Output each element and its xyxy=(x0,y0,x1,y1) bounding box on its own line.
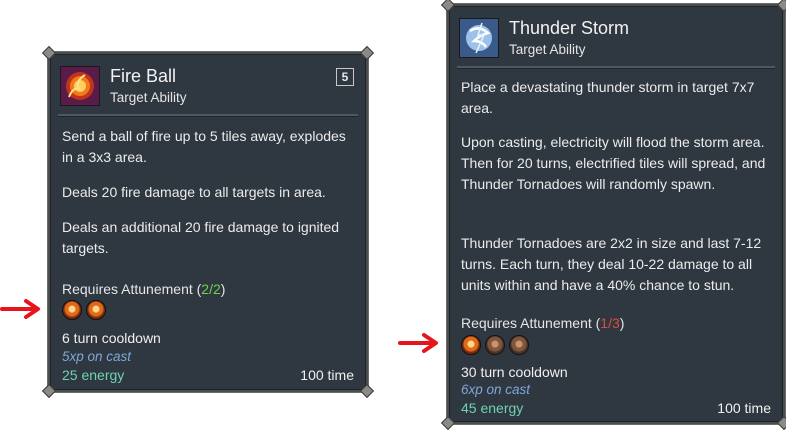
xp-text: 5xp on cast xyxy=(62,349,132,364)
cooldown-text: 30 turn cooldown xyxy=(461,364,568,380)
attunement-requirement: Requires Attunement (2/2) xyxy=(62,279,354,300)
frame-corner xyxy=(776,0,786,13)
thunder-storm-tooltip: Thunder Storm Target Ability Place a dev… xyxy=(440,0,786,430)
attunement-count: 1/3 xyxy=(600,315,620,331)
ability-level-badge: 5 xyxy=(336,68,354,86)
ability-casting-effect: Upon casting, electricity will flood the… xyxy=(461,134,766,192)
thunder-storm-icon xyxy=(459,18,499,58)
attunement-orbs xyxy=(461,335,529,355)
attunement-label: Requires Attunement ( xyxy=(461,315,601,331)
time-cost: 100 time xyxy=(717,400,771,416)
energy-cost: 45 energy xyxy=(461,400,524,416)
frame-corner xyxy=(41,45,57,61)
tooltip-header: Fire Ball Target Ability 5 xyxy=(58,62,358,114)
attunement-label: Requires Attunement ( xyxy=(62,281,202,297)
header-divider xyxy=(58,114,358,117)
header-divider xyxy=(457,66,775,69)
attunement-close: ) xyxy=(619,315,625,331)
ability-extra-damage: Deals an additional 20 fire damage to ig… xyxy=(62,219,340,256)
ability-title: Thunder Storm xyxy=(509,18,630,38)
ability-description: Place a devastating thunder storm in tar… xyxy=(461,79,755,116)
frame-corner xyxy=(440,0,456,13)
ability-tornado-effect: Thunder Tornadoes are 2x2 in size and la… xyxy=(461,235,762,293)
frame-corner xyxy=(41,383,57,399)
fire-attunement-icon xyxy=(62,300,82,320)
ability-type: Target Ability xyxy=(110,90,187,105)
attunement-requirement: Requires Attunement (1/3) xyxy=(461,313,771,334)
red-arrow-icon xyxy=(0,299,40,319)
frame-corner xyxy=(359,383,375,399)
fire-attunement-empty-icon xyxy=(485,335,505,355)
fire-attunement-empty-icon xyxy=(509,335,529,355)
ability-title: Fire Ball xyxy=(110,66,177,86)
fire-attunement-icon xyxy=(461,335,481,355)
xp-text: 6xp on cast xyxy=(461,382,531,397)
energy-cost: 25 energy xyxy=(62,367,125,383)
attunement-close: ) xyxy=(220,281,226,297)
fireball-tooltip: Fire Ball Target Ability 5 Send a ball o… xyxy=(41,45,375,399)
attunement-count: 2/2 xyxy=(201,281,221,297)
fire-attunement-icon xyxy=(86,300,106,320)
time-cost: 100 time xyxy=(300,367,354,383)
ability-damage: Deals 20 fire damage to all targets in a… xyxy=(62,184,326,200)
fireball-icon xyxy=(60,66,100,106)
cooldown-text: 6 turn cooldown xyxy=(62,330,161,346)
ability-type: Target Ability xyxy=(509,42,586,57)
attunement-orbs xyxy=(62,300,106,320)
tooltip-header: Thunder Storm Target Ability xyxy=(457,14,775,66)
frame-corner xyxy=(359,45,375,61)
ability-description: Send a ball of fire up to 5 tiles away, … xyxy=(62,128,346,165)
red-arrow-icon xyxy=(398,333,438,353)
